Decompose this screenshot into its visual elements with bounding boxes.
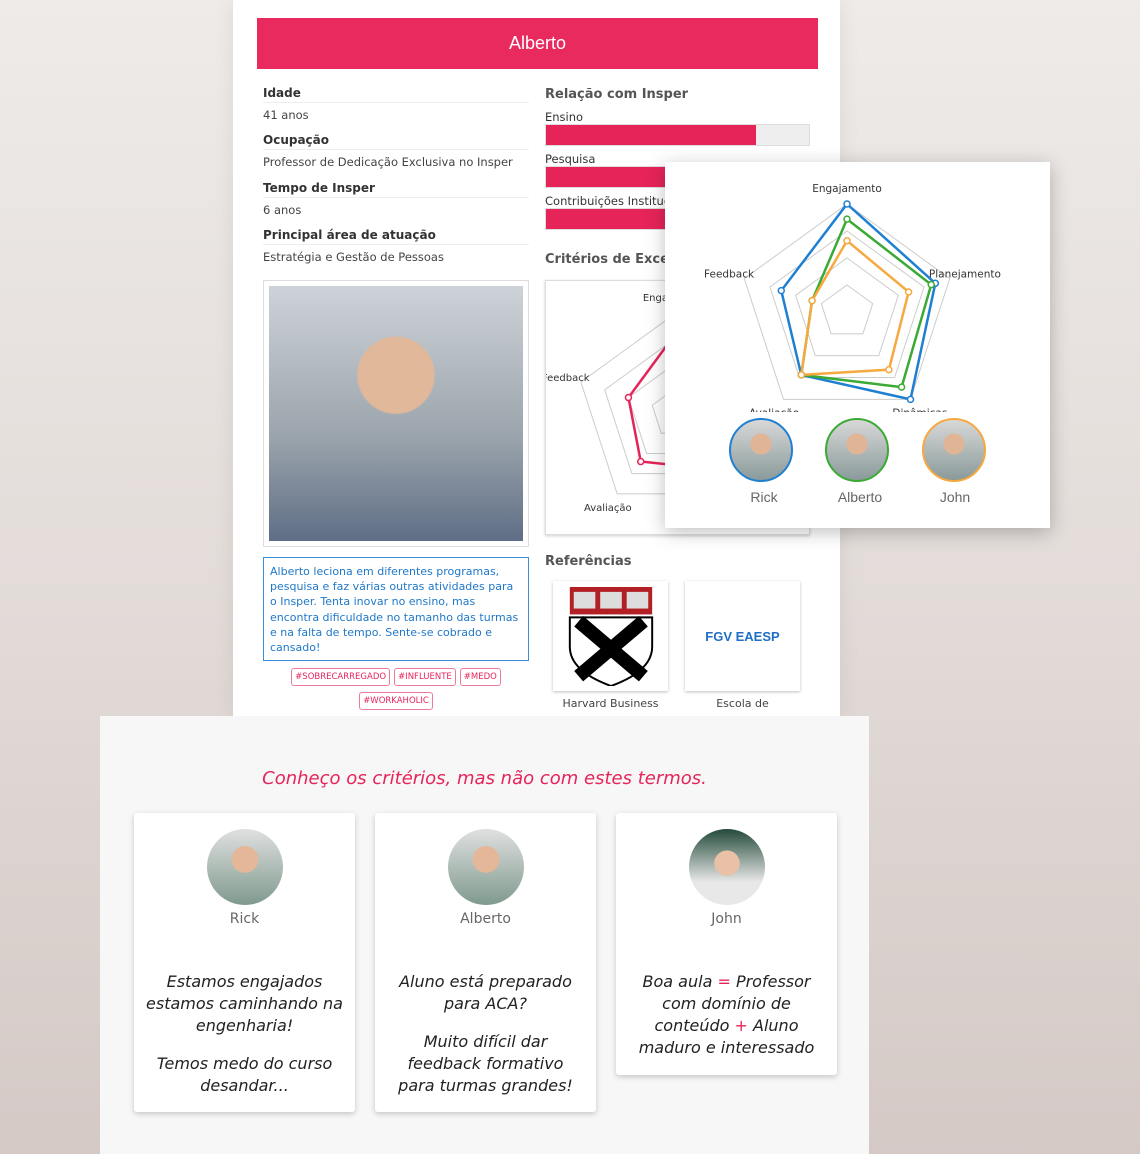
axis-label: Planejamento [929,269,1001,281]
tag[interactable]: #SOBRECARREGADO [291,668,391,686]
relation-title: Relação com Insper [545,87,689,102]
axis-label: Engajamento [812,183,882,195]
field-value: 6 anos [263,203,302,217]
info-area: Principal área de atuação Estratégia e Ge… [263,228,529,264]
field-value: 41 anos [263,108,309,122]
radar-series-alberto [799,217,933,389]
reference-fgv[interactable]: FGV EAESP [685,581,800,691]
radar-point [843,236,851,245]
avatar-name: Alberto [837,489,883,505]
persona-john[interactable] [922,418,986,482]
bar-fill [546,125,757,145]
harvard-shield-logo [568,586,653,686]
tag[interactable]: #MEDO [459,668,501,686]
persona-bio: Alberto leciona em diferentes programas,… [263,557,529,661]
radar-point [624,393,633,402]
field-label: Principal área de atuação [263,228,529,245]
radar-point [885,365,893,374]
avatar [447,829,524,905]
info-idade: Idade 41 anos [263,86,529,122]
radar-point [777,286,786,295]
axis-label: Feedback [704,269,755,281]
tag[interactable]: #WORKAHOLIC [359,692,433,710]
radar-point [906,395,915,404]
radar-point [904,288,913,296]
card-name: Rick [229,911,260,927]
persona-photo [263,280,529,547]
radar-point [797,371,806,379]
axis-label: Feedback [546,373,590,384]
quote-card-rick: Rick Estamos engajados estamos caminhand… [134,813,355,1112]
reference-caption: Escola de [685,697,800,710]
bar-ensino [545,124,810,146]
field-value: Estratégia e Gestão de Pessoas [263,250,444,264]
axis-label: Avaliação [584,503,632,514]
radar-point [808,296,816,305]
avatar [922,418,986,482]
field-label: Ocupação [263,133,529,150]
field-value: Professor de Dedicação Exclusiva no Insp… [263,155,513,169]
reference-harvard[interactable] [553,581,668,691]
persona-alberto[interactable] [825,418,889,482]
info-ocupacao: Ocupação Professor de Dedicação Exclusiva… [263,133,529,169]
quote-card-alberto: Alberto Aluno está preparado para ACA? Mu… [375,813,596,1112]
comparison-radar-card: Engajamento Planejamento Dinâmicas Avaliaçã… [665,162,1050,528]
avatar [825,418,889,482]
card-text: Boa aula = Professor com domínio de cont… [638,972,815,1057]
card-text: Aluno está preparado para ACA? [399,972,572,1013]
card-text: Estamos engajados estamos caminhando na … [146,972,343,1035]
tag-list: #SOBRECARREGADO #INFLUENTE #MEDO #WORKAHOLI… [263,667,529,715]
quotes-panel: Conheço os critérios, mas não com estes … [100,716,869,1154]
comparison-radar: Engajamento Planejamento Dinâmicas Avaliaçã… [704,183,1001,412]
card-text: Muito difícil dar feedback formativo par… [398,1032,573,1095]
quote-card-john: John Boa aula = Professor com domínio de… [616,813,837,1075]
radar-point [927,280,935,289]
radar-grid [820,284,874,335]
radar-series-rick [779,202,937,401]
avatar [206,829,283,905]
avatar-name: Rick [750,489,778,505]
fgv-logo: FGV EAESP [705,628,780,644]
radar-point [843,215,851,223]
field-label: Idade [263,86,529,103]
axis-label: Dinâmicas [892,407,947,412]
persona-name: Alberto [257,18,818,69]
reference-caption: Harvard Business [553,697,668,710]
persona-rick[interactable] [729,418,793,482]
radar-point [897,383,906,391]
references-title: Referências [545,554,632,569]
radar-point [843,200,851,208]
avatar-name: John [939,489,971,505]
avatar [688,829,765,905]
card-text: Temos medo do curso desandar... [156,1054,333,1095]
tag[interactable]: #INFLUENTE [394,668,456,686]
axis-label: Avaliação [749,407,799,412]
card-name: John [711,911,742,927]
bar-label: Ensino [545,110,584,124]
radar-point [636,457,645,466]
quote-headline: Conheço os critérios, mas não com estes … [262,768,707,789]
avatar [729,418,793,482]
info-tempo: Tempo de Insper 6 anos [263,181,529,217]
card-name: Alberto [460,911,511,927]
field-label: Tempo de Insper [263,181,529,198]
radar-series-john [799,238,911,377]
